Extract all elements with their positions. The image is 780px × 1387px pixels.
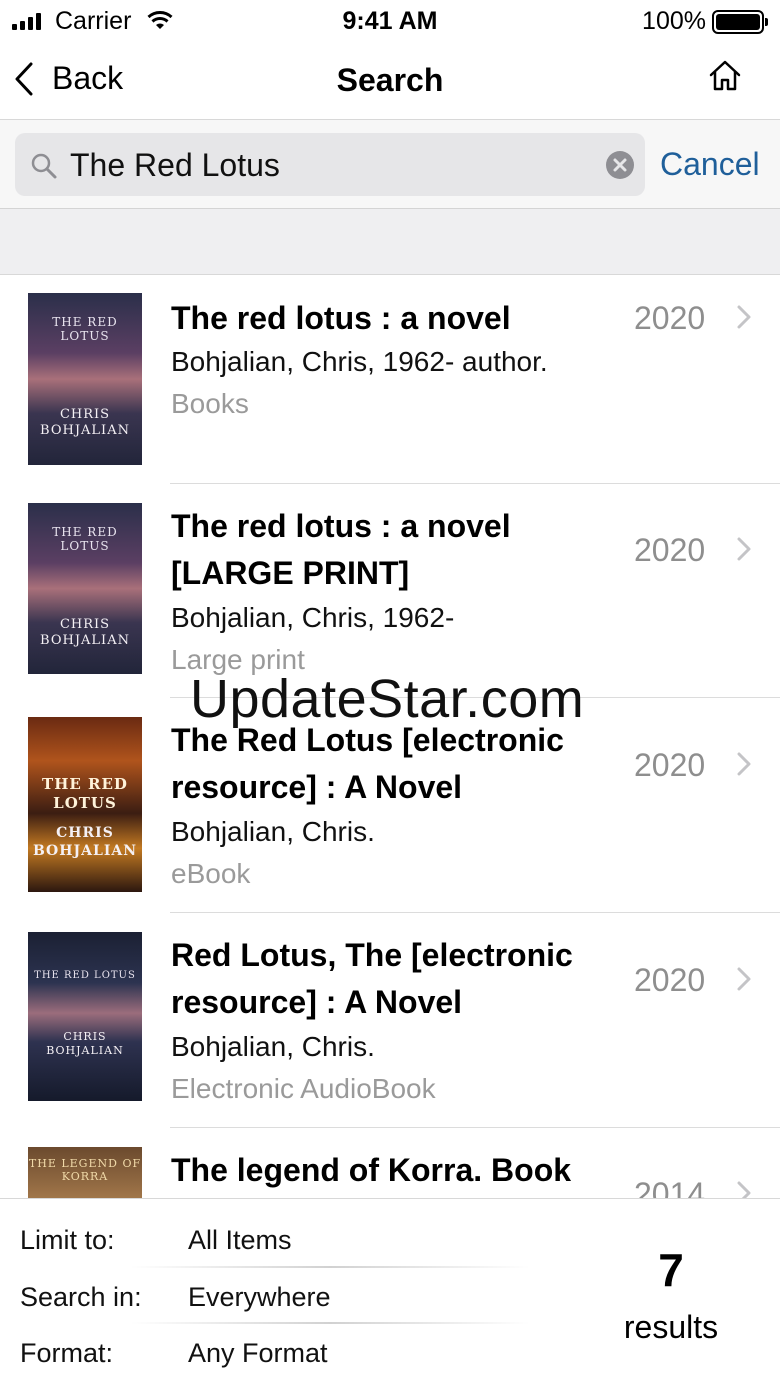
search-in-value[interactable]: Everywhere [188, 1282, 331, 1313]
chevron-right-icon [737, 537, 751, 561]
result-format: Electronic AudioBook [171, 1073, 436, 1104]
navigation-bar: Back Search [0, 44, 780, 120]
search-input[interactable]: The Red Lotus [15, 133, 645, 196]
home-icon[interactable] [708, 58, 742, 92]
format-label: Format: [20, 1338, 114, 1368]
result-author: Bohjalian, Chris, 1962- author. [171, 346, 548, 377]
battery-percentage: 100% [642, 7, 706, 35]
result-row-3[interactable]: THE RED LOTUS CHRIS BOHJALIAN The Red Lo… [0, 698, 780, 913]
book-cover-image: THE RED LOTUS CHRIS BOHJALIAN [28, 503, 142, 674]
limit-to-value[interactable]: All Items [188, 1225, 292, 1256]
format-value[interactable]: Any Format [188, 1338, 328, 1369]
result-year: 2020 [634, 962, 706, 998]
book-cover-image: THE RED LOTUS CHRIS BOHJALIAN [28, 932, 142, 1101]
battery-icon [712, 10, 768, 34]
clear-search-icon[interactable] [605, 150, 635, 180]
filter-divider [130, 1266, 530, 1268]
cover-title: THE RED LOTUS [52, 315, 118, 343]
result-author: Bohjalian, Chris. [171, 816, 375, 847]
chevron-right-icon [737, 305, 751, 329]
search-in-label: Search in: [20, 1282, 142, 1312]
cover-author: CHRIS BOHJALIAN [40, 407, 130, 439]
result-year: 2014 [634, 1176, 706, 1198]
chevron-left-icon [15, 62, 33, 95]
result-count: 7 [658, 1244, 684, 1296]
result-title: Red Lotus, The [electronic resource] : A… [171, 937, 573, 1020]
search-query-text: The Red Lotus [70, 147, 280, 183]
status-bar: Carrier 9:41 AM 100% [0, 0, 780, 44]
section-header-band [0, 209, 780, 275]
result-title: The red lotus : a novel [LARGE PRINT] [171, 508, 511, 591]
search-bar: The Red Lotus Cancel [0, 120, 780, 209]
filter-divider [130, 1322, 530, 1324]
search-icon [31, 153, 57, 179]
result-title: The Red Lotus [electronic resource] : A … [171, 722, 564, 805]
book-cover-image: THE LEGEND OF KORRA [28, 1147, 142, 1198]
cover-title: THE RED LOTUS [52, 525, 118, 553]
cover-author: CHRIS BOHJALIAN [46, 1030, 124, 1057]
back-label: Back [52, 60, 124, 96]
cover-title: THE RED LOTUS [42, 775, 128, 812]
result-format: Books [171, 388, 249, 419]
cover-title: THE LEGEND OF KORRA [28, 1157, 142, 1183]
results-list[interactable]: THE RED LOTUS CHRIS BOHJALIAN The red lo… [0, 276, 780, 1198]
result-format: eBook [171, 858, 251, 889]
result-author: Bohjalian, Chris, 1962- [171, 602, 455, 633]
result-title: The red lotus : a novel [171, 300, 511, 336]
result-row-1[interactable]: THE RED LOTUS CHRIS BOHJALIAN The red lo… [0, 276, 780, 484]
filter-bar: Limit to: All Items Search in: Everywher… [0, 1198, 780, 1387]
result-author: Bohjalian, Chris. [171, 1031, 375, 1062]
book-cover-image: THE RED LOTUS CHRIS BOHJALIAN [28, 717, 142, 892]
limit-to-label: Limit to: [20, 1225, 115, 1255]
result-row-5[interactable]: THE LEGEND OF KORRA The legend of Korra.… [0, 1128, 780, 1198]
cover-title: THE RED LOTUS [34, 970, 136, 981]
result-year: 2020 [634, 747, 706, 783]
cancel-button[interactable]: Cancel [660, 146, 760, 183]
result-row-2[interactable]: THE RED LOTUS CHRIS BOHJALIAN The red lo… [0, 484, 780, 698]
result-year: 2020 [634, 532, 706, 568]
back-button[interactable]: Back [14, 60, 123, 97]
chevron-right-icon [737, 1181, 751, 1198]
result-count-label: results [623, 1309, 719, 1345]
result-format: Large print [171, 644, 305, 675]
chevron-right-icon [737, 967, 751, 991]
chevron-right-icon [737, 752, 751, 776]
result-year: 2020 [634, 300, 706, 336]
book-cover-image: THE RED LOTUS CHRIS BOHJALIAN [28, 293, 142, 465]
result-row-4[interactable]: THE RED LOTUS CHRIS BOHJALIAN Red Lotus,… [0, 913, 780, 1128]
cover-author: CHRIS BOHJALIAN [40, 617, 130, 649]
result-title: The legend of Korra. Book [171, 1152, 572, 1188]
cover-author: CHRIS BOHJALIAN [32, 825, 138, 859]
